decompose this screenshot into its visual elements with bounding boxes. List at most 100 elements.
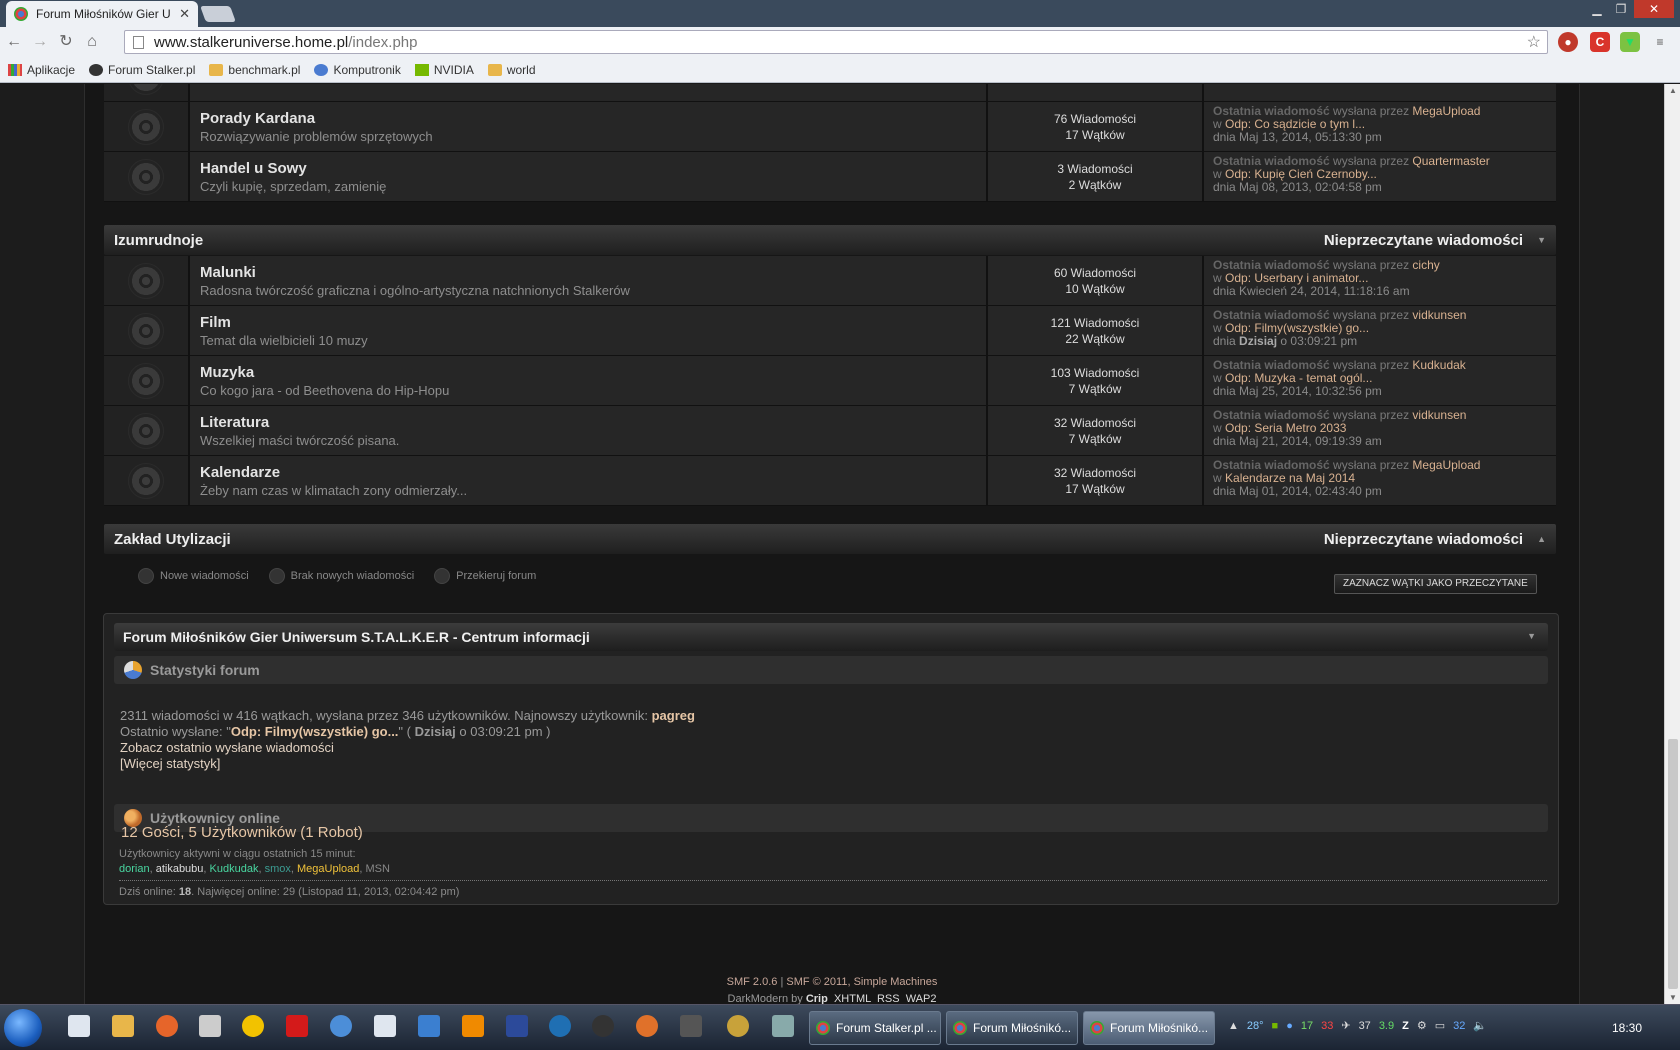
steam-icon[interactable]	[592, 1015, 614, 1037]
volume-icon[interactable]: 🔈	[1473, 1019, 1487, 1032]
crip-link[interactable]: Crip	[806, 993, 828, 1004]
wap2-link[interactable]: WAP2	[906, 993, 937, 1004]
board-name-link[interactable]: Handel u Sowy	[200, 160, 976, 177]
minimize-icon[interactable]: ▁	[1586, 0, 1608, 18]
download-extension-icon[interactable]: ▼	[1620, 32, 1640, 52]
rss-link[interactable]: RSS	[877, 993, 900, 1004]
menu-icon[interactable]: ≡	[1650, 32, 1670, 52]
bookmark-apps[interactable]: Aplikacje	[8, 63, 75, 77]
c-app-icon[interactable]	[549, 1015, 571, 1037]
last-poster-link[interactable]: cichy	[1412, 258, 1439, 272]
start-button-icon[interactable]	[4, 1009, 42, 1047]
app-icon[interactable]	[772, 1015, 794, 1037]
newest-user-link[interactable]: pagreg	[652, 708, 695, 723]
firefox-icon[interactable]	[156, 1015, 178, 1037]
close-window-icon[interactable]: ✕	[1634, 0, 1674, 18]
taskbar-window-active[interactable]: Forum Miłośnikó...	[1083, 1011, 1215, 1045]
category-name[interactable]: Zakład Utylizacji	[114, 531, 1324, 548]
extension-c-icon[interactable]: C	[1590, 32, 1610, 52]
plane-icon[interactable]	[374, 1015, 396, 1037]
h-app-icon[interactable]	[286, 1015, 308, 1037]
restore-icon[interactable]: ❐	[1610, 0, 1632, 18]
back-icon[interactable]: ←	[2, 30, 26, 54]
explorer-icon[interactable]	[112, 1015, 134, 1037]
last-topic-link[interactable]: Odp: Muzyka - temat ogól...	[1225, 371, 1372, 385]
user-link[interactable]: MegaUpload	[297, 863, 359, 875]
recent-posts-link[interactable]: Zobacz ostatnio wysłane wiadomości	[120, 740, 695, 756]
board-name-link[interactable]: Porady Kardana	[200, 110, 976, 127]
last-topic-link[interactable]: Odp: Filmy(wszystkie) go...	[1225, 321, 1369, 335]
bookmark-komputronik[interactable]: Komputronik	[314, 63, 401, 77]
collapse-icon[interactable]: ▼	[1527, 631, 1536, 641]
user-link[interactable]: dorian	[119, 863, 150, 875]
last-topic-link[interactable]: Odp: Co sądzicie o tym l...	[1225, 117, 1365, 131]
board-name-link[interactable]: Kalendarze	[200, 464, 976, 481]
user-link[interactable]: smox	[265, 863, 291, 875]
smf-copyright-link[interactable]: SMF © 2011, Simple Machines	[786, 976, 937, 988]
vlc-icon[interactable]	[462, 1015, 484, 1037]
reload-icon[interactable]: ↻	[54, 30, 78, 54]
winamp-icon[interactable]	[242, 1015, 264, 1037]
browser-tab[interactable]: Forum Miłośników Gier U ✕	[6, 1, 198, 27]
scroll-down-icon[interactable]: ▼	[1669, 993, 1677, 1002]
bookmark-nvidia[interactable]: NVIDIA	[414, 63, 474, 77]
steam-tray-icon[interactable]: ⚙	[1417, 1019, 1427, 1032]
last-poster-link[interactable]: Quartermaster	[1412, 154, 1489, 168]
game-icon[interactable]	[680, 1015, 702, 1037]
user-link[interactable]: Kudkudak	[210, 863, 259, 875]
nvidia-tray-icon[interactable]: ■	[1272, 1020, 1279, 1032]
last-poster-link[interactable]: vidkunsen	[1412, 408, 1466, 422]
last-topic-link[interactable]: Odp: Seria Metro 2033	[1225, 421, 1346, 435]
last-topic-link[interactable]: Kalendarze na Maj 2014	[1225, 471, 1355, 485]
taskbar-window[interactable]: Forum Miłośnikó...	[946, 1011, 1078, 1045]
forward-icon[interactable]: →	[28, 30, 52, 54]
mark-read-button[interactable]: ZAZNACZ WĄTKI JAKO PRZECZYTANE	[1334, 574, 1537, 594]
z-tray-icon[interactable]: Z	[1402, 1020, 1409, 1032]
xhtml-link[interactable]: XHTML	[834, 993, 871, 1004]
user-link[interactable]: MSN	[366, 863, 390, 875]
close-tab-icon[interactable]: ✕	[179, 6, 190, 22]
scrollbar-thumb[interactable]	[1668, 739, 1678, 989]
adblock-extension-icon[interactable]: ●	[1558, 32, 1578, 52]
board-name-link[interactable]: Malunki	[200, 264, 976, 281]
bookmark-forum-stalker[interactable]: Forum Stalker.pl	[89, 63, 195, 77]
collapse-icon[interactable]: ▼	[1537, 235, 1546, 245]
save-app-icon[interactable]	[506, 1015, 528, 1037]
home-icon[interactable]: ⌂	[80, 30, 104, 54]
origin-icon[interactable]	[636, 1015, 658, 1037]
network-icon[interactable]	[330, 1015, 352, 1037]
bookmark-star-icon[interactable]: ☆	[1527, 32, 1541, 52]
more-stats-link[interactable]: [Więcej statystyk]	[120, 756, 695, 772]
expand-icon[interactable]: ▲	[1537, 534, 1546, 544]
app-icon[interactable]	[199, 1015, 221, 1037]
last-post-link[interactable]: Odp: Filmy(wszystkie) go...	[231, 724, 399, 739]
board-name-link[interactable]: Film	[200, 314, 976, 331]
scroll-up-icon[interactable]: ▲	[1669, 86, 1677, 95]
new-tab-button[interactable]	[200, 6, 236, 22]
board-name-link[interactable]: Muzyka	[200, 364, 976, 381]
unread-link[interactable]: Nieprzeczytane wiadomości	[1324, 531, 1523, 548]
tray-expand-icon[interactable]: ▲	[1228, 1020, 1239, 1032]
taskbar-window[interactable]: Forum Stalker.pl ...	[809, 1011, 941, 1045]
category-name[interactable]: Izumrudnoje	[114, 232, 1324, 249]
plane-tray-icon[interactable]: ✈	[1341, 1019, 1350, 1032]
user-link[interactable]: atikabubu	[156, 863, 204, 875]
shield-app-icon[interactable]	[418, 1015, 440, 1037]
unread-link[interactable]: Nieprzeczytane wiadomości	[1324, 232, 1523, 249]
address-bar[interactable]: www.stalkeruniverse.home.pl/index.php ☆	[124, 30, 1548, 54]
last-poster-link[interactable]: MegaUpload	[1412, 458, 1480, 472]
display-tray-icon[interactable]: ▭	[1435, 1019, 1445, 1032]
bookmark-world[interactable]: world	[487, 63, 536, 77]
bookmark-benchmark[interactable]: benchmark.pl	[209, 63, 300, 77]
globe-tray-icon[interactable]: ●	[1286, 1020, 1293, 1032]
last-topic-link[interactable]: Odp: Userbary i animator...	[1225, 271, 1368, 285]
last-poster-link[interactable]: Kudkudak	[1412, 358, 1465, 372]
last-poster-link[interactable]: vidkunsen	[1412, 308, 1466, 322]
radiation-icon[interactable]	[727, 1015, 749, 1037]
page-scrollbar[interactable]: ▲ ▼	[1664, 84, 1680, 1004]
board-name-link[interactable]: Literatura	[200, 414, 976, 431]
last-poster-link[interactable]: MegaUpload	[1412, 104, 1480, 118]
smf-link[interactable]: SMF 2.0.6	[727, 976, 778, 988]
document-icon[interactable]	[68, 1015, 90, 1037]
last-topic-link[interactable]: Odp: Kupię Cień Czernoby...	[1225, 167, 1377, 181]
